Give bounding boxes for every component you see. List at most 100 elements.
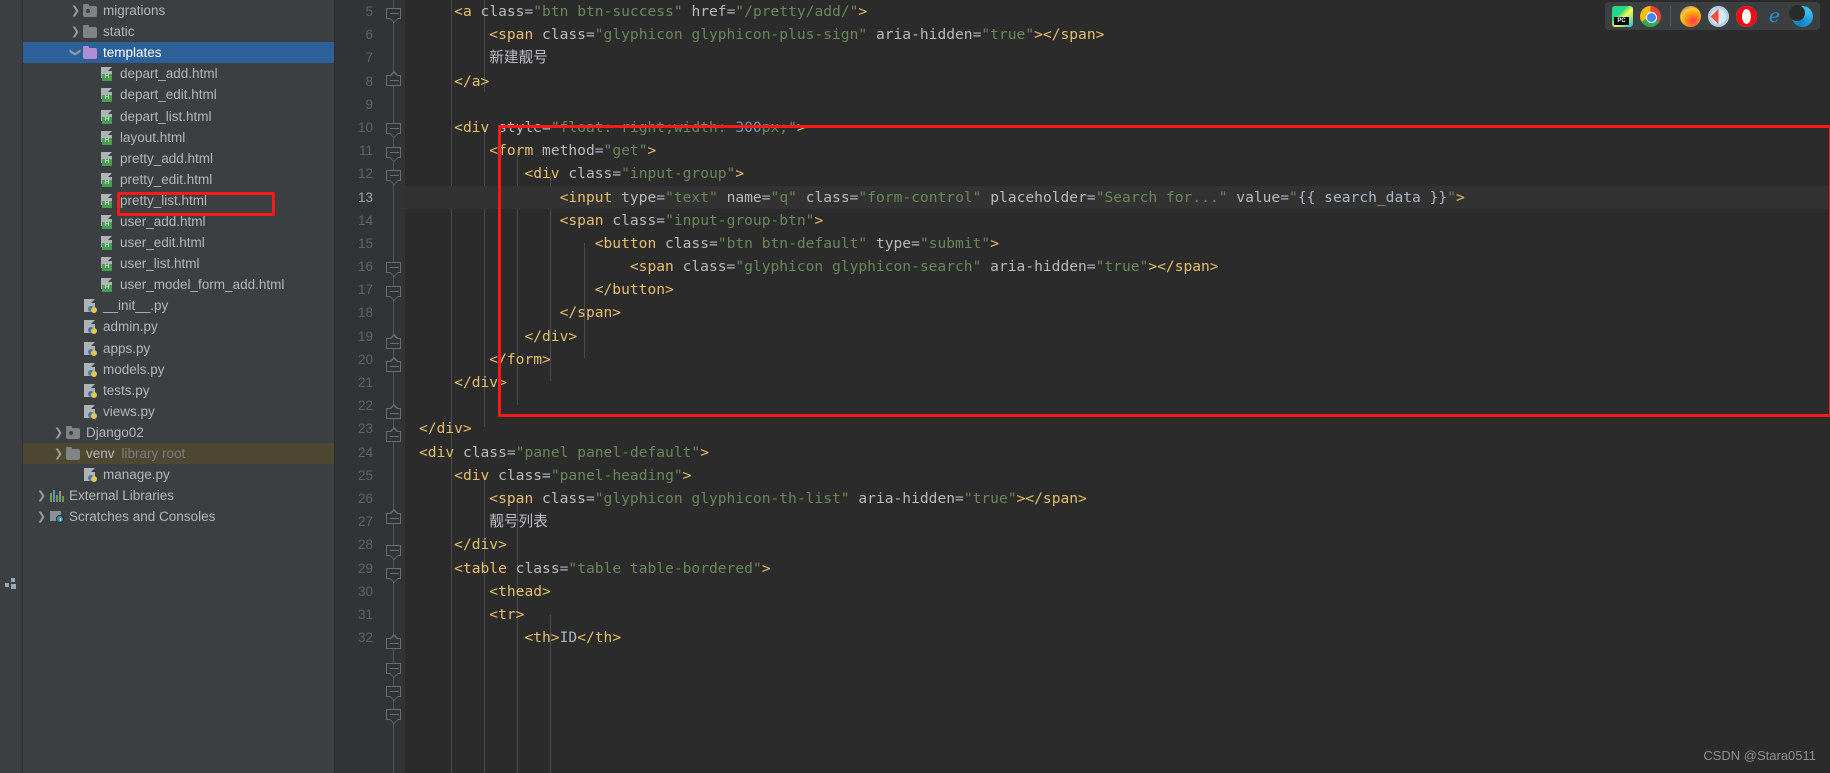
code-line[interactable]: <span class="input-group-btn">	[405, 209, 1830, 232]
code-line[interactable]: <div class="panel-heading">	[405, 464, 1830, 487]
tree-item-label: venv	[86, 446, 115, 462]
html-file-icon: H	[99, 87, 116, 103]
firefox-icon[interactable]	[1680, 5, 1701, 27]
internet-explorer-icon[interactable]: e	[1764, 5, 1785, 27]
code-line[interactable]: <tr>	[405, 603, 1830, 626]
tree-item-views-py[interactable]: ❯ views.py	[23, 401, 334, 422]
no-chevron: ❯	[86, 111, 99, 122]
line-number: 26	[357, 490, 373, 506]
code-line[interactable]	[405, 394, 1830, 417]
tree-item-templates[interactable]: ❯ templates	[23, 42, 334, 64]
code-line[interactable]	[405, 93, 1830, 116]
chevron-right-icon[interactable]: ❯	[69, 26, 82, 37]
no-chevron: ❯	[86, 195, 99, 206]
chevron-down-icon[interactable]: ❯	[69, 46, 82, 59]
line-number: 5	[365, 4, 373, 19]
code-line[interactable]: </span>	[405, 301, 1830, 324]
tree-item-pretty-list-html[interactable]: ❯Hpretty_list.html	[23, 190, 334, 211]
code-line[interactable]: </a>	[405, 70, 1830, 93]
code-line[interactable]: <button class="btn btn-default" type="su…	[405, 232, 1830, 255]
no-chevron: ❯	[86, 68, 99, 79]
python-file-icon	[82, 383, 99, 398]
watermark: CSDN @Stara0511	[1703, 748, 1816, 763]
tree-item-label: views.py	[103, 403, 155, 419]
tree-item-user-edit-html[interactable]: ❯Huser_edit.html	[23, 232, 334, 253]
tree-item-depart-edit-html[interactable]: ❯Hdepart_edit.html	[23, 84, 334, 105]
code-line[interactable]: </div>	[405, 371, 1830, 394]
tree-item-apps-py[interactable]: ❯ apps.py	[23, 338, 334, 359]
tree-item-django02[interactable]: ❯ Django02	[23, 422, 334, 443]
tree-item-tests-py[interactable]: ❯ tests.py	[23, 380, 334, 401]
folder-icon	[65, 446, 82, 461]
code-line[interactable]: 靓号列表	[405, 510, 1830, 533]
tree-item-depart-add-html[interactable]: ❯Hdepart_add.html	[23, 63, 334, 84]
code-editor[interactable]: 5 6 7 8 9 10 11 12 13 14 15 16 17 18 19 20 21 22 23 24 25 26 2…	[335, 0, 1830, 773]
tree-item-scratches-and-consoles[interactable]: ❯ Scratches and Consoles	[23, 506, 334, 527]
code-line[interactable]: <input type="text" name="q" class="form-…	[405, 185, 1830, 209]
tree-item-external-libraries[interactable]: ❯ External Libraries	[23, 485, 334, 506]
folder-icon	[82, 24, 99, 39]
code-line[interactable]: 新建靓号	[405, 46, 1830, 69]
opera-icon[interactable]	[1736, 5, 1757, 27]
code-line[interactable]: <th>ID</th>	[405, 626, 1830, 649]
tree-item-label: depart_edit.html	[120, 87, 217, 103]
tree-item-user-model-form-add-html[interactable]: ❯Huser_model_form_add.html	[23, 274, 334, 295]
tree-item--init-py[interactable]: ❯ __init__.py	[23, 295, 334, 316]
code-line[interactable]: </div>	[405, 325, 1830, 348]
tree-item-depart-list-html[interactable]: ❯Hdepart_list.html	[23, 105, 334, 126]
code-text-area[interactable]: <a class="btn btn-success" href="/pretty…	[405, 0, 1830, 773]
editor-gutter[interactable]: 5 6 7 8 9 10 11 12 13 14 15 16 17 18 19 20 21 22 23 24 25 26 2…	[335, 0, 382, 773]
chrome-icon[interactable]	[1640, 5, 1661, 27]
safari-icon[interactable]	[1708, 5, 1729, 27]
code-line[interactable]: <div class="panel panel-default">	[405, 441, 1830, 464]
tree-item-label: pretty_edit.html	[120, 171, 213, 187]
chevron-right-icon[interactable]: ❯	[52, 427, 65, 438]
chevron-right-icon[interactable]: ❯	[52, 448, 65, 459]
code-line[interactable]: </button>	[405, 278, 1830, 301]
code-line[interactable]: </form>	[405, 348, 1830, 371]
code-line[interactable]: </div>	[405, 417, 1830, 440]
tree-item-label: migrations	[103, 3, 166, 19]
code-line[interactable]: <div style="float: right;width: 300px;">	[405, 116, 1830, 139]
tree-item-user-list-html[interactable]: ❯Huser_list.html	[23, 253, 334, 274]
code-line[interactable]: </div>	[405, 533, 1830, 556]
code-line[interactable]: <form method="get">	[405, 139, 1830, 162]
tree-item-models-py[interactable]: ❯ models.py	[23, 359, 334, 380]
tree-item-label: admin.py	[103, 319, 158, 335]
tree-item-admin-py[interactable]: ❯ admin.py	[23, 316, 334, 337]
line-number: 27	[357, 514, 373, 530]
html-file-icon: H	[99, 193, 116, 208]
line-number: 17	[357, 282, 373, 298]
folder-module-icon	[82, 3, 99, 18]
chevron-right-icon[interactable]: ❯	[69, 5, 82, 16]
code-line[interactable]: <table class="table table-bordered">	[405, 557, 1830, 580]
no-chevron: ❯	[86, 174, 99, 185]
code-folding-column[interactable]	[382, 0, 405, 773]
python-file-icon	[82, 319, 99, 335]
tree-item-label: __init__.py	[103, 298, 169, 314]
project-tree-panel[interactable]: ❯migrations❯static❯templates❯Hdepart_add…	[23, 0, 335, 773]
tree-item-manage-py[interactable]: ❯ manage.py	[23, 464, 334, 485]
tree-item-migrations[interactable]: ❯ migrations	[23, 0, 334, 21]
line-number: 10	[357, 119, 373, 135]
code-line[interactable]: <span class="glyphicon glyphicon-search"…	[405, 255, 1830, 278]
tree-item-pretty-edit-html[interactable]: ❯Hpretty_edit.html	[23, 169, 334, 190]
chevron-right-icon[interactable]: ❯	[35, 511, 48, 522]
tree-item-static[interactable]: ❯ static	[23, 21, 334, 42]
chevron-right-icon[interactable]: ❯	[35, 490, 48, 501]
edge-icon[interactable]	[1789, 4, 1813, 27]
pycharm-icon[interactable]: PC	[1612, 5, 1633, 27]
code-line[interactable]: <span class="glyphicon glyphicon-th-list…	[405, 487, 1830, 510]
tree-item-pretty-add-html[interactable]: ❯Hpretty_add.html	[23, 148, 334, 169]
tree-item-label: depart_add.html	[120, 66, 218, 82]
line-number: 20	[357, 351, 373, 367]
tree-item-layout-html[interactable]: ❯Hlayout.html	[23, 127, 334, 148]
code-line[interactable]: <thead>	[405, 580, 1830, 603]
html-file-icon: H	[99, 109, 116, 124]
code-line[interactable]: <div class="input-group">	[405, 162, 1830, 185]
html-file-icon: H	[99, 151, 116, 166]
tree-item-user-add-html[interactable]: ❯Huser_add.html	[23, 211, 334, 232]
tree-item-venv[interactable]: ❯ venv library root	[23, 442, 334, 465]
browser-launcher-bar[interactable]: PC e	[1605, 2, 1820, 30]
no-chevron: ❯	[86, 132, 99, 143]
